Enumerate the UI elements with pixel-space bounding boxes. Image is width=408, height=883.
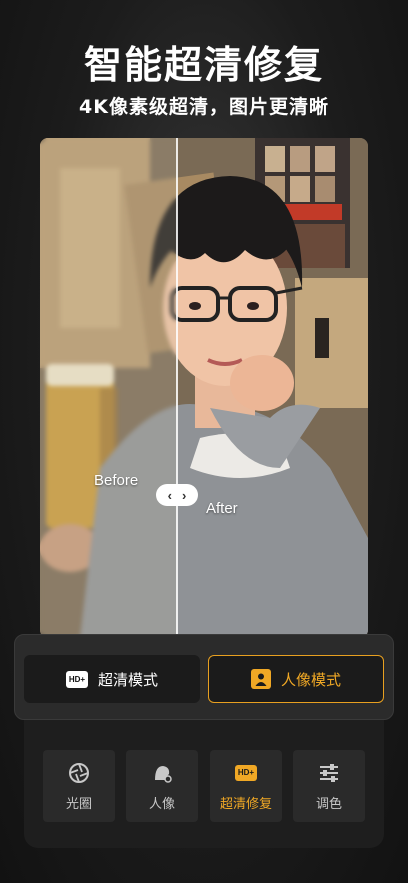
- page-title: 智能超清修复: [83, 43, 324, 87]
- tool-label: 超清修复: [219, 795, 272, 811]
- chevron-right-icon: ›: [182, 487, 187, 503]
- before-after-photo[interactable]: ‹ › Before After: [40, 138, 368, 638]
- sliders-icon: [317, 761, 341, 785]
- comparison-slider-handle[interactable]: ‹ ›: [156, 484, 198, 506]
- hd-plus-icon: HD+: [65, 670, 88, 688]
- aperture-icon: [67, 761, 91, 785]
- tool-label: 光圈: [65, 795, 92, 811]
- tool-aperture[interactable]: 光圈: [43, 750, 115, 822]
- hd-plus-badge: HD+: [235, 764, 257, 781]
- hd-mode-label: 超清模式: [97, 671, 158, 689]
- mode-selector-panel: HD+ 超清模式 人像模式: [14, 634, 394, 720]
- hd-mode-button[interactable]: HD+ 超清模式: [24, 655, 200, 703]
- before-label: Before: [94, 472, 139, 489]
- before-overlay: [40, 138, 177, 638]
- tool-label: 调色: [315, 795, 342, 811]
- after-label: After: [206, 500, 238, 517]
- tools-panel: 光圈 人像 HD+ 超清修复 调色: [24, 720, 384, 848]
- portrait-mode-button[interactable]: 人像模式: [208, 655, 384, 703]
- hd-plus-icon: HD+: [234, 761, 258, 785]
- page-subtitle: 4K像素级超清，图片更清晰: [79, 96, 329, 118]
- tool-portrait[interactable]: 人像: [126, 750, 198, 822]
- portrait-mode-label: 人像模式: [280, 671, 341, 689]
- tool-label: 人像: [148, 795, 175, 811]
- person-icon: [250, 669, 271, 689]
- tool-hd-restore[interactable]: HD+ 超清修复: [210, 750, 282, 822]
- comparison-divider[interactable]: [176, 138, 178, 638]
- chevron-left-icon: ‹: [167, 487, 172, 503]
- portrait-icon: [150, 761, 174, 785]
- tool-color[interactable]: 调色: [293, 750, 365, 822]
